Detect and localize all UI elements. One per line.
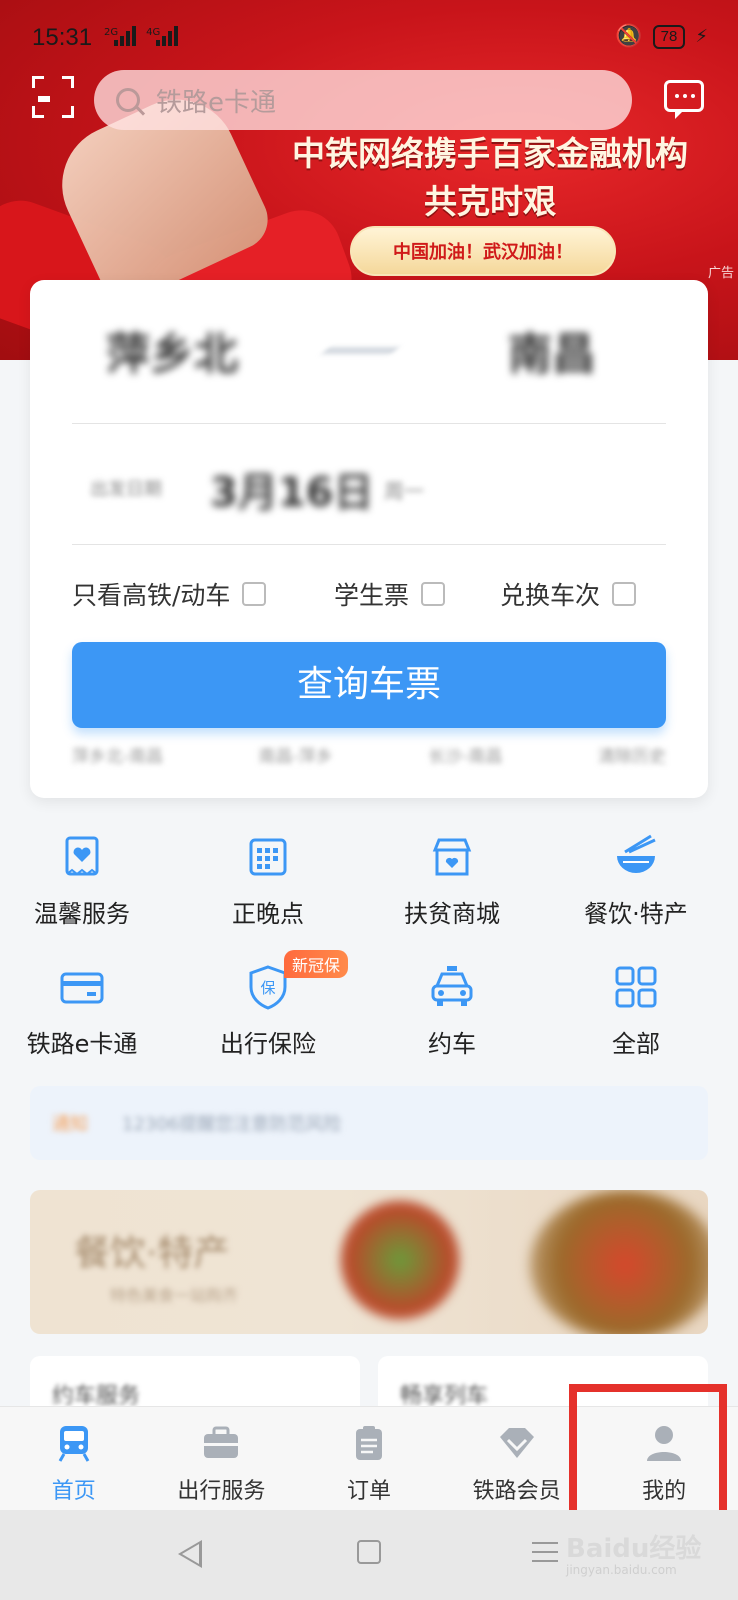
service-ride[interactable]: 约车 — [372, 962, 532, 1059]
notice-tag: 通知 — [52, 1114, 88, 1135]
search-history: 萍乡北-南昌 南昌-萍乡 长沙-南昌 清除历史 — [72, 742, 666, 767]
calendar-icon — [243, 832, 293, 882]
tab-home[interactable]: 首页 — [0, 1407, 148, 1510]
diamond-icon — [497, 1423, 537, 1463]
option-exchange[interactable]: 兑换车次 — [500, 576, 637, 612]
service-ecard[interactable]: 铁路e卡通 — [2, 962, 162, 1059]
food-image — [530, 1190, 708, 1334]
service-insurance[interactable]: 保 新冠保 出行保险 — [188, 950, 349, 1059]
option-student[interactable]: 学生票 — [334, 576, 446, 612]
history-item[interactable]: 南昌-萍乡 — [259, 742, 333, 767]
tab-label: 首页 — [51, 1479, 96, 1504]
watermark-url: jingyan.baidu.com — [566, 1563, 677, 1577]
banner-pill: 中国加油！武汉加油！ — [350, 226, 616, 276]
service-label: 铁路e卡通 — [26, 1030, 138, 1058]
charging-icon: ⚡ — [695, 26, 708, 47]
date-label: 出发日期 — [90, 479, 162, 500]
signal-indicators: 2G 4G — [104, 26, 179, 46]
to-station[interactable]: 南昌 — [508, 318, 596, 382]
heart-card-icon — [57, 832, 107, 882]
query-tickets-button[interactable]: 查询车票 — [72, 642, 666, 728]
notice-bar[interactable]: 通知 12306提醒您注意防范风险 — [30, 1086, 708, 1160]
status-time: 15:31 — [32, 24, 93, 51]
tab-label: 订单 — [346, 1479, 391, 1504]
from-station[interactable]: 萍乡北 — [106, 318, 238, 382]
svg-text:保: 保 — [260, 979, 275, 997]
search-bar[interactable]: 铁路e卡通 — [94, 70, 632, 130]
shop-icon — [427, 832, 477, 882]
baidu-watermark: Baidu经验 jingyan.baidu.com — [566, 1528, 701, 1577]
card-icon — [57, 962, 107, 1012]
service-label: 餐饮·特产 — [584, 900, 688, 928]
back-icon[interactable] — [178, 1540, 202, 1568]
grid-icon — [611, 962, 661, 1012]
battery-icon: 78 — [652, 24, 686, 49]
tab-label: 出行服务 — [177, 1479, 266, 1504]
service-all[interactable]: 全部 — [556, 962, 716, 1059]
tab-travel-service[interactable]: 出行服务 — [148, 1407, 296, 1510]
service-warm[interactable]: 温馨服务 — [2, 832, 162, 929]
new-badge: 新冠保 — [284, 950, 349, 978]
briefcase-icon — [201, 1423, 241, 1463]
network-label-1: 2G — [104, 27, 119, 38]
highspeed-checkbox[interactable] — [242, 582, 267, 606]
promo-title: 餐饮·特产 — [74, 1233, 230, 1274]
mute-bell-icon: 🔕 — [615, 24, 643, 49]
service-label: 正晚点 — [232, 900, 304, 928]
ad-label: 广告 — [707, 266, 734, 281]
departure-date[interactable]: 3月16日 — [210, 460, 374, 518]
banner-line2: 共克时艰 — [424, 182, 556, 221]
service-mall[interactable]: 扶贫商城 — [372, 832, 532, 929]
divider — [72, 544, 666, 545]
banner-line1: 中铁网络携手百家金融机构 — [292, 134, 688, 173]
clipboard-icon — [349, 1423, 389, 1463]
service-label: 扶贫商城 — [404, 900, 500, 928]
watermark-brand: Baidu经验 — [566, 1534, 702, 1564]
ticket-booking-card: 萍乡北 南昌 出发日期 3月16日 周一 只看高铁/动车 学生票 兑换车次 查询… — [30, 280, 708, 798]
option-label: 兑换车次 — [500, 581, 601, 610]
train-icon — [54, 1423, 94, 1463]
app-screen: 中铁网络携手百家金融机构 共克时艰 中国加油！武汉加油！ 广告 15:31 2G… — [0, 0, 738, 1600]
menu-icon[interactable] — [532, 1542, 558, 1569]
service-label: 约车 — [428, 1030, 476, 1058]
message-icon[interactable] — [664, 80, 704, 119]
option-label: 学生票 — [334, 581, 410, 610]
scan-icon[interactable] — [32, 76, 74, 118]
service-label: 出行保险 — [220, 1030, 316, 1058]
promo-subtitle: 特色美食一站购齐 — [110, 1286, 239, 1305]
exchange-checkbox[interactable] — [612, 582, 637, 606]
home-icon[interactable] — [357, 1540, 381, 1564]
service-label: 全部 — [612, 1030, 660, 1058]
network-label-2: 4G — [146, 27, 161, 38]
divider — [72, 423, 666, 424]
food-image — [340, 1200, 460, 1320]
status-bar: 15:31 2G 4G 🔕 78 ⚡ — [0, 0, 738, 72]
clear-history[interactable]: 清除历史 — [598, 742, 666, 767]
banner-headline: 中铁网络携手百家金融机构 共克时艰 — [270, 130, 710, 226]
service-food[interactable]: 餐饮·特产 — [556, 832, 716, 929]
search-placeholder: 铁路e卡通 — [156, 87, 276, 118]
status-right: 🔕 78 ⚡ — [615, 24, 708, 49]
option-label: 只看高铁/动车 — [72, 581, 231, 610]
notice-text: 12306提醒您注意防范风险 — [122, 1114, 342, 1135]
history-item[interactable]: 萍乡北-南昌 — [72, 742, 163, 767]
service-label: 温馨服务 — [34, 900, 130, 928]
history-item[interactable]: 长沙-南昌 — [428, 742, 502, 767]
food-promo-banner[interactable]: 餐饮·特产 特色美食一站购齐 — [30, 1190, 708, 1334]
search-icon — [116, 88, 140, 112]
option-highspeed[interactable]: 只看高铁/动车 — [72, 576, 267, 612]
swap-stations-icon[interactable] — [324, 338, 406, 352]
weekday: 周一 — [384, 479, 424, 503]
tab-orders[interactable]: 订单 — [295, 1407, 443, 1510]
noodle-bowl-icon — [611, 832, 661, 882]
student-checkbox[interactable] — [421, 582, 446, 606]
service-delay[interactable]: 正晚点 — [188, 832, 348, 929]
car-icon — [427, 962, 477, 1012]
